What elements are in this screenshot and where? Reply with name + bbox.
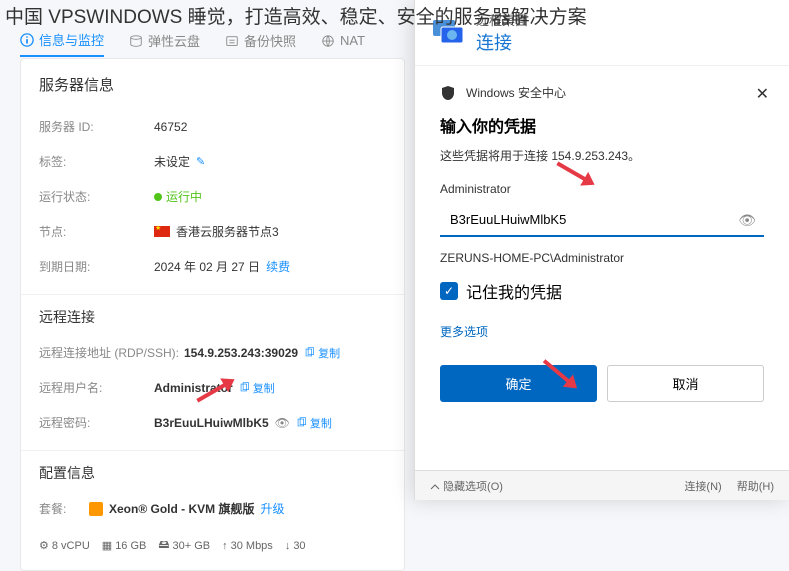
row-remote-pass: 远程密码: B3rEuuLHuiwMlbK5 👁 复制 <box>39 405 386 440</box>
close-button[interactable]: ✕ <box>756 84 769 104</box>
rdp-title-2: 连接 <box>476 29 528 55</box>
spec-row: ⚙ 8 vCPU ▦ 16 GB 🖴 30+ GB ↑ 30 Mbps ↓ 30 <box>39 536 386 555</box>
config-info-title: 配置信息 <box>39 463 386 483</box>
label-remote-user: 远程用户名: <box>39 379 154 396</box>
value-plan: Xeon® Gold - KVM 旗舰版 <box>109 500 255 517</box>
chevron-up-icon <box>430 482 440 492</box>
username-label: Administrator <box>440 182 764 196</box>
spec-cpu: ⚙ 8 vCPU <box>39 536 90 555</box>
copy-user-button[interactable]: 复制 <box>239 380 275 396</box>
more-options-link[interactable]: 更多选项 <box>440 323 488 340</box>
tab-backup[interactable]: 备份快照 <box>225 25 296 56</box>
copy-icon <box>239 382 250 393</box>
row-expire: 到期日期: 2024 年 02 月 27 日 续费 <box>39 249 386 284</box>
tab-nat[interactable]: NAT <box>321 27 365 54</box>
copy-addr-button[interactable]: 复制 <box>304 345 340 361</box>
domain-user: ZERUNS-HOME-PC\Administrator <box>440 251 764 265</box>
tab-label: 信息与监控 <box>39 30 104 49</box>
remember-row[interactable]: ✓ 记住我的凭据 <box>440 279 764 303</box>
value-remote-user: Administrator <box>154 381 233 395</box>
server-info-title: 服务器信息 <box>39 74 386 95</box>
label-expire: 到期日期: <box>39 258 154 275</box>
row-node: 节点: 香港云服务器节点3 <box>39 214 386 249</box>
connect-button[interactable]: 连接(N) <box>684 478 721 494</box>
value-expire: 2024 年 02 月 27 日 <box>154 258 260 275</box>
nat-icon <box>321 34 335 48</box>
value-server-id: 46752 <box>154 120 187 134</box>
shield-icon <box>440 85 456 101</box>
value-remote-pass: B3rEuuLHuiwMlbK5 <box>154 416 269 430</box>
renew-link[interactable]: 续费 <box>266 258 290 275</box>
value-remote-addr: 154.9.253.243:39029 <box>184 346 298 360</box>
tab-label: NAT <box>340 33 365 48</box>
cred-title: 输入你的凭据 <box>440 113 764 137</box>
value-node: 香港云服务器节点3 <box>176 223 279 240</box>
label-server-id: 服务器 ID: <box>39 118 154 135</box>
rdp-dialog: 远程桌面 连接 Windows 安全中心 ✕ 输入你的凭据 这些凭据将用于连接 … <box>414 0 789 500</box>
label-remote-addr: 远程连接地址 (RDP/SSH): <box>39 344 184 361</box>
password-input[interactable] <box>440 204 764 237</box>
label-remote-pass: 远程密码: <box>39 414 154 431</box>
remember-checkbox[interactable]: ✓ <box>440 282 458 300</box>
tab-label: 备份快照 <box>244 31 296 50</box>
copy-label: 复制 <box>253 380 275 396</box>
divider <box>21 450 404 451</box>
row-server-id: 服务器 ID: 46752 <box>39 109 386 144</box>
spec-extra: ↓ 30 <box>285 536 306 555</box>
tab-label: 弹性云盘 <box>148 31 200 50</box>
credentials-dialog: Windows 安全中心 ✕ 输入你的凭据 这些凭据将用于连接 154.9.25… <box>415 66 789 420</box>
copy-label: 复制 <box>310 415 332 431</box>
help-button[interactable]: 帮助(H) <box>737 478 774 494</box>
row-remote-addr: 远程连接地址 (RDP/SSH): 154.9.253.243:39029 复制 <box>39 335 386 370</box>
copy-icon <box>296 417 307 428</box>
cancel-button[interactable]: 取消 <box>607 365 764 402</box>
hide-options-button[interactable]: 隐藏选项(O) <box>430 478 503 494</box>
label-tag: 标签: <box>39 153 154 170</box>
tab-elastic-disk[interactable]: 弹性云盘 <box>129 25 200 56</box>
security-center-label: Windows 安全中心 <box>466 84 566 101</box>
status-dot-icon <box>154 193 162 201</box>
row-remote-user: 远程用户名: Administrator 复制 <box>39 370 386 405</box>
server-info-panel: 服务器信息 服务器 ID: 46752 标签: 未设定 ✎ 运行状态: 运行中 … <box>20 58 405 571</box>
divider <box>21 294 404 295</box>
spec-bw: ↑ 30 Mbps <box>222 536 273 555</box>
toggle-visibility-icon[interactable]: 👁 <box>275 416 290 430</box>
copy-icon <box>304 347 315 358</box>
rdp-bottom-bar: 隐藏选项(O) 连接(N) 帮助(H) <box>415 470 789 500</box>
copy-pass-button[interactable]: 复制 <box>296 415 332 431</box>
ok-button[interactable]: 确定 <box>440 365 597 402</box>
remote-conn-title: 远程连接 <box>39 307 386 327</box>
backup-icon <box>225 34 239 48</box>
edit-tag-icon[interactable]: ✎ <box>196 155 205 168</box>
chip-icon <box>89 502 103 516</box>
spec-disk: 🖴 30+ GB <box>158 536 210 555</box>
upgrade-link[interactable]: 升级 <box>261 500 285 517</box>
row-tag: 标签: 未设定 ✎ <box>39 144 386 179</box>
label-node: 节点: <box>39 223 154 240</box>
disk-icon <box>129 34 143 48</box>
info-icon <box>20 33 34 47</box>
flag-icon <box>154 226 170 237</box>
cred-desc: 这些凭据将用于连接 154.9.253.243。 <box>440 147 764 164</box>
row-status: 运行状态: 运行中 <box>39 179 386 214</box>
reveal-password-icon[interactable]: 👁 <box>738 212 756 229</box>
remember-label: 记住我的凭据 <box>466 279 562 303</box>
value-status: 运行中 <box>166 188 202 205</box>
label-status: 运行状态: <box>39 188 154 205</box>
copy-label: 复制 <box>318 345 340 361</box>
value-tag: 未设定 <box>154 153 190 170</box>
row-plan: 套餐: Xeon® Gold - KVM 旗舰版 升级 <box>39 491 386 526</box>
spec-ram: ▦ 16 GB <box>102 536 147 555</box>
label-plan: 套餐: <box>39 500 89 517</box>
page-title: 中国 VPSWINDOWS 睡觉，打造高效、稳定、安全的服务器解决方案 <box>5 2 587 29</box>
